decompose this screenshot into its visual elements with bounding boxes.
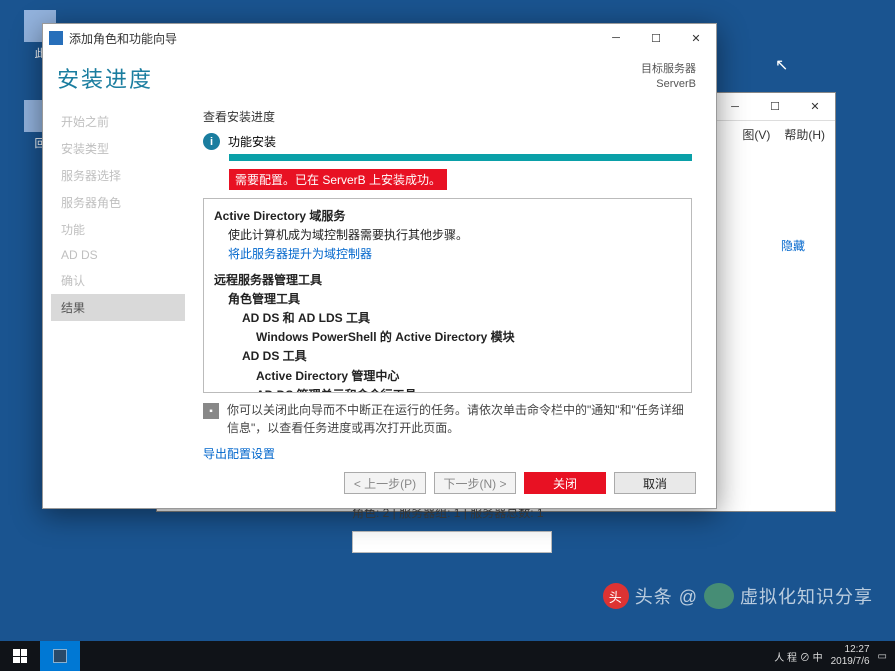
section-label: 查看安装进度: [203, 108, 692, 125]
wizard-sidebar: 开始之前 安装类型 服务器选择 服务器角色 功能 AD DS 确认 结果: [43, 108, 193, 462]
sidebar-item-results: 结果: [51, 294, 185, 321]
cancel-button[interactable]: 取消: [614, 472, 696, 494]
sidebar-item-features: 功能: [51, 216, 185, 243]
adds-desc: 使此计算机成为域控制器需要执行其他步骤。: [214, 226, 681, 245]
detail-box: Active Directory 域服务 使此计算机成为域控制器需要执行其他步骤…: [203, 198, 692, 393]
ps-module: Windows PowerShell 的 Active Directory 模块: [214, 328, 681, 347]
menu-help[interactable]: 帮助(H): [784, 126, 825, 143]
role-tools: 角色管理工具: [214, 290, 681, 309]
ad-admin-center: Active Directory 管理中心: [214, 367, 681, 386]
taskbar[interactable]: 人 程 ⊘ 中 12:27 2019/7/6 ▭: [0, 641, 895, 671]
watermark-text: 虚拟化知识分享: [740, 583, 873, 609]
dest-label: 目标服务器: [641, 62, 696, 77]
sidebar-item-server-roles: 服务器角色: [51, 189, 185, 216]
sidebar-item-server-selection: 服务器选择: [51, 162, 185, 189]
dest-server: ServerB: [641, 77, 696, 92]
feature-install-label: 功能安装: [228, 133, 276, 150]
taskbar-item-server-manager[interactable]: [40, 641, 80, 671]
ad-snapin: AD DS 管理单元和命令行工具: [214, 386, 681, 393]
minimize-button[interactable]: ─: [596, 24, 636, 52]
windows-icon: [13, 649, 27, 663]
system-tray[interactable]: 人 程 ⊘ 中 12:27 2019/7/6 ▭: [774, 644, 895, 668]
tray-ime[interactable]: 人 程 ⊘ 中: [774, 649, 822, 664]
prev-button: < 上一步(P): [344, 472, 426, 494]
server-manager-icon: [53, 649, 67, 663]
progress-bar: [229, 154, 692, 161]
start-button[interactable]: [0, 641, 40, 671]
status-banner: 需要配置。已在 ServerB 上安装成功。: [229, 169, 447, 190]
adds-tools: AD DS 工具: [214, 347, 681, 366]
hide-link[interactable]: 隐藏: [781, 237, 805, 254]
sidebar-item-adds: AD DS: [51, 243, 185, 267]
close-button[interactable]: ✕: [676, 24, 716, 52]
adds-heading: Active Directory 域服务: [214, 207, 681, 226]
cursor-icon: ↖: [775, 55, 788, 75]
sidebar-item-before: 开始之前: [51, 108, 185, 135]
sidebar-item-confirm: 确认: [51, 267, 185, 294]
notification-icon[interactable]: ▭: [878, 651, 887, 662]
maximize-button[interactable]: ☐: [636, 24, 676, 52]
flag-icon: ▪: [203, 403, 219, 419]
wechat-icon: [704, 583, 734, 609]
close-button[interactable]: 关闭: [524, 472, 606, 494]
wizard-footer: < 上一步(P) 下一步(N) > 关闭 取消: [43, 462, 716, 508]
wizard-title: 添加角色和功能向导: [69, 30, 177, 47]
filter-input[interactable]: [352, 531, 552, 553]
wizard-icon: [49, 31, 63, 45]
sidebar-item-install-type: 安装类型: [51, 135, 185, 162]
tray-time: 12:27: [831, 644, 870, 656]
remote-tools: 远程服务器管理工具: [214, 271, 681, 290]
ad-lds-tools: AD DS 和 AD LDS 工具: [214, 309, 681, 328]
maximize-button[interactable]: ☐: [755, 93, 795, 121]
add-roles-wizard: 添加角色和功能向导 ─ ☐ ✕ 安装进度 目标服务器 ServerB 开始之前 …: [42, 23, 717, 509]
toutiao-icon: 头: [603, 583, 629, 609]
watermark-prefix: 头条 @: [635, 583, 698, 609]
close-note: 你可以关闭此向导而不中断正在运行的任务。请依次单击命令栏中的"通知"和"任务详细…: [227, 401, 692, 437]
tray-date: 2019/7/6: [831, 656, 870, 668]
close-button[interactable]: ✕: [795, 93, 835, 121]
watermark: 头 头条 @ 虚拟化知识分享: [603, 583, 873, 609]
info-icon: i: [203, 133, 220, 150]
export-config-link[interactable]: 导出配置设置: [203, 445, 692, 462]
promote-link[interactable]: 将此服务器提升为域控制器: [214, 245, 681, 264]
next-button: 下一步(N) >: [434, 472, 516, 494]
menu-view[interactable]: 图(V): [742, 126, 770, 143]
wizard-titlebar[interactable]: 添加角色和功能向导 ─ ☐ ✕: [43, 24, 716, 52]
minimize-button[interactable]: ─: [715, 93, 755, 121]
page-title: 安装进度: [57, 62, 153, 94]
